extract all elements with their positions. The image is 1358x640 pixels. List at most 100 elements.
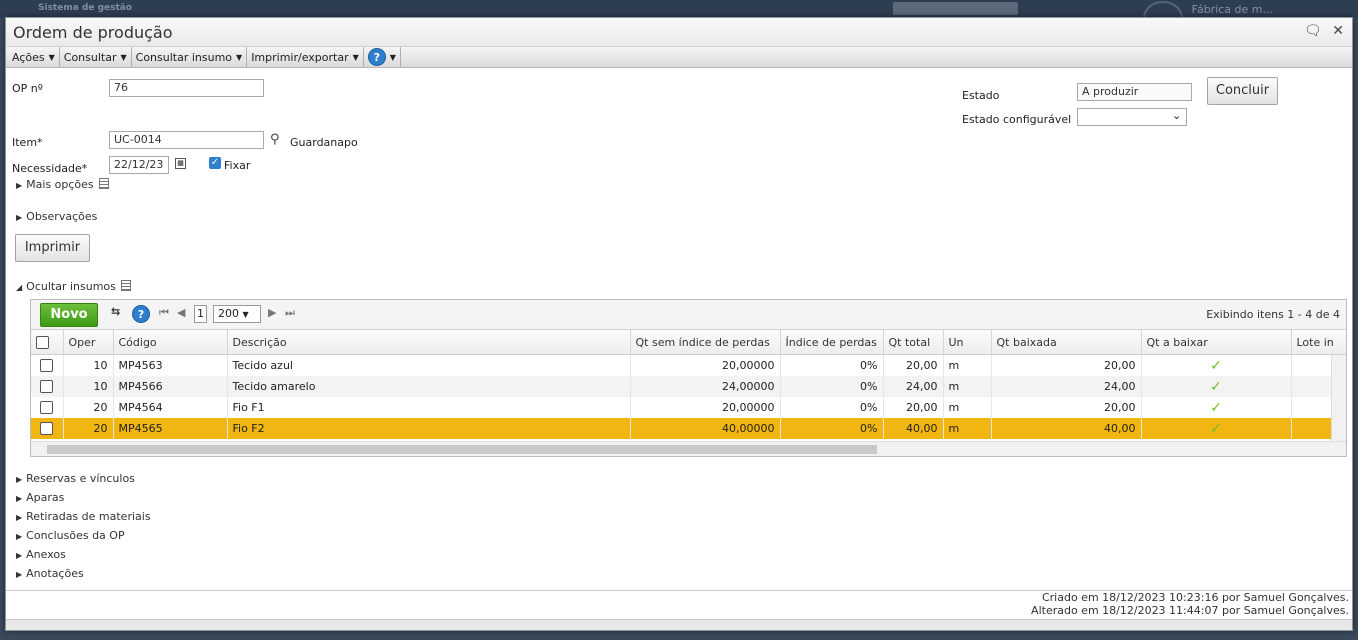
next-page-icon[interactable]: ▶ — [268, 306, 276, 319]
row-checkbox[interactable] — [31, 354, 64, 376]
col-descricao[interactable]: Descrição — [227, 330, 631, 355]
col-oper[interactable]: Oper — [63, 330, 114, 355]
calendar-icon[interactable]: ▦ — [175, 158, 186, 169]
chevron-down-icon: ▼ — [236, 52, 243, 62]
first-page-icon[interactable]: ⏮︎ — [159, 306, 169, 320]
estado-label: Estado — [962, 89, 1000, 102]
window-title: Ordem de produção — [13, 23, 173, 42]
fixar-checkbox[interactable]: ✓ — [209, 157, 221, 169]
mais-opcoes-toggle[interactable]: ▶ Mais opções — [16, 178, 109, 191]
cell-qt-total: 20,00 — [883, 354, 944, 376]
menu-help[interactable]: ? ▼ — [364, 47, 401, 67]
cell-qt-sem: 20,00000 — [630, 397, 781, 418]
chevron-down-icon[interactable]: ⌄ — [1172, 109, 1181, 122]
menu-acoes-label: Ações — [12, 50, 45, 64]
row-checkbox[interactable] — [31, 418, 64, 439]
check-icon: ✓ — [1210, 420, 1222, 437]
production-order-window: Ordem de produção 🗨︎ ✕ Ações ▼ Consultar ▼… — [5, 17, 1353, 631]
col-qt-a-baixar[interactable]: Qt a baixar — [1141, 330, 1292, 355]
caret-down-icon: ◢ — [16, 283, 23, 292]
cell-un: m — [943, 397, 992, 418]
section-anotacoes[interactable]: ▶ Anotações — [16, 567, 84, 580]
table-row[interactable]: 10 MP4566 Tecido amarelo 24,00000 0% 24,… — [31, 376, 1346, 397]
cell-descricao: Fio F1 — [227, 397, 631, 418]
section-aparas[interactable]: ▶ Aparas — [16, 491, 64, 504]
select-all-checkbox[interactable] — [31, 330, 64, 355]
prev-page-icon[interactable]: ◀ — [177, 306, 185, 319]
ocultar-insumos-toggle[interactable]: ◢ Ocultar insumos — [16, 280, 131, 293]
table-row[interactable]: 10 MP4563 Tecido azul 20,00000 0% 20,00 … — [31, 354, 1346, 376]
caret-right-icon: ▶ — [16, 213, 23, 222]
section-reservas[interactable]: ▶ Reservas e vínculos — [16, 472, 135, 485]
observacoes-toggle[interactable]: ▶ Observações — [16, 210, 97, 223]
scrollbar-thumb[interactable] — [47, 445, 877, 454]
grid-horizontal-scrollbar[interactable] — [31, 441, 1346, 456]
cell-qt-total: 40,00 — [883, 418, 944, 439]
necessidade-date-field[interactable]: 22/12/23 — [109, 156, 169, 174]
op-number-field[interactable]: 76 — [109, 79, 264, 97]
col-qt-baixada[interactable]: Qt baixada — [991, 330, 1142, 355]
checkbox-icon — [40, 380, 54, 394]
imprimir-button[interactable]: Imprimir — [15, 234, 90, 262]
background-app-header: Sistema de gestão Fábrica de m... — [0, 0, 1358, 35]
refresh-icon[interactable]: ⇆ — [111, 305, 120, 318]
col-un[interactable]: Un — [943, 330, 992, 355]
menu-consultar-insumo-label: Consultar insumo — [135, 50, 233, 64]
search-icon[interactable]: ⚲ — [270, 132, 280, 147]
menu-consultar[interactable]: Consultar ▼ — [60, 47, 132, 67]
section-retiradas[interactable]: ▶ Retiradas de materiais — [16, 510, 151, 523]
menu-consultar-insumo[interactable]: Consultar insumo ▼ — [132, 47, 248, 67]
col-qt-total[interactable]: Qt total — [883, 330, 944, 355]
row-checkbox[interactable] — [31, 376, 64, 397]
cell-qt-total: 20,00 — [883, 397, 944, 418]
page-number-input[interactable]: 1 — [194, 305, 207, 323]
section-conclusoes[interactable]: ▶ Conclusões da OP — [16, 529, 125, 542]
table-row[interactable]: 20 MP4564 Fio F1 20,00000 0% 20,00 m 20,… — [31, 397, 1346, 418]
cell-qt-sem: 40,00000 — [630, 418, 781, 439]
concluir-button[interactable]: Concluir — [1207, 77, 1278, 105]
cell-oper: 10 — [63, 376, 114, 397]
menu-acoes[interactable]: Ações ▼ — [8, 47, 60, 67]
cell-qt-baixada: 24,00 — [991, 376, 1142, 397]
estado-configuravel-select[interactable] — [1077, 108, 1187, 126]
page-size-select[interactable]: 200 ▼ — [213, 305, 261, 323]
checkbox-icon — [40, 422, 54, 436]
col-codigo[interactable]: Código — [113, 330, 228, 355]
cell-qt-baixada: 20,00 — [991, 397, 1142, 418]
necessidade-label: Necessidade* — [12, 162, 88, 175]
menu-imprimir-exportar[interactable]: Imprimir/exportar ▼ — [247, 47, 364, 67]
cell-oper: 20 — [63, 397, 114, 418]
cell-indice: 0% — [780, 354, 884, 376]
created-info: Criado em 18/12/2023 10:23:16 por Samuel… — [1041, 591, 1349, 604]
help-icon[interactable]: ? — [132, 305, 150, 323]
last-page-icon[interactable]: ⏭︎ — [285, 306, 295, 320]
item-field[interactable]: UC-0014 — [109, 131, 264, 149]
col-indice-perdas[interactable]: Índice de perdas — [780, 330, 884, 355]
checkbox-icon — [36, 335, 49, 349]
col-lote[interactable]: Lote in — [1291, 330, 1346, 355]
chevron-down-icon: ▼ — [389, 52, 396, 62]
window-bottom-scrollbar[interactable] — [6, 619, 1352, 630]
close-icon[interactable]: ✕ — [1332, 23, 1344, 39]
novo-button[interactable]: Novo — [40, 303, 98, 327]
caret-right-icon: ▶ — [16, 570, 23, 579]
chevron-down-icon: ▼ — [352, 52, 359, 62]
audit-footer: Criado em 18/12/2023 10:23:16 por Samuel… — [1031, 591, 1349, 617]
cell-descricao: Tecido amarelo — [227, 376, 631, 397]
col-qt-sem-indice[interactable]: Qt sem índice de perdas — [630, 330, 781, 355]
caret-right-icon: ▶ — [16, 532, 23, 541]
page-size-value: 200 — [218, 307, 239, 320]
caret-right-icon: ▶ — [16, 551, 23, 560]
cell-un: m — [943, 376, 992, 397]
table-row-selected[interactable]: 20 MP4565 Fio F2 40,00000 0% 40,00 m 40,… — [31, 418, 1346, 439]
caret-right-icon: ▶ — [16, 181, 23, 190]
cell-qt-a-baixar: ✓ — [1141, 354, 1292, 376]
estado-configuravel-label: Estado configurável — [962, 113, 1072, 126]
row-checkbox[interactable] — [31, 397, 64, 418]
section-anexos[interactable]: ▶ Anexos — [16, 548, 66, 561]
cell-descricao: Tecido azul — [227, 354, 631, 376]
grid-vertical-scrollbar[interactable] — [1331, 355, 1346, 441]
chevron-down-icon: ▼ — [48, 52, 55, 62]
comment-icon[interactable]: 🗨︎ — [1304, 23, 1322, 39]
cell-qt-sem: 20,00000 — [630, 354, 781, 376]
